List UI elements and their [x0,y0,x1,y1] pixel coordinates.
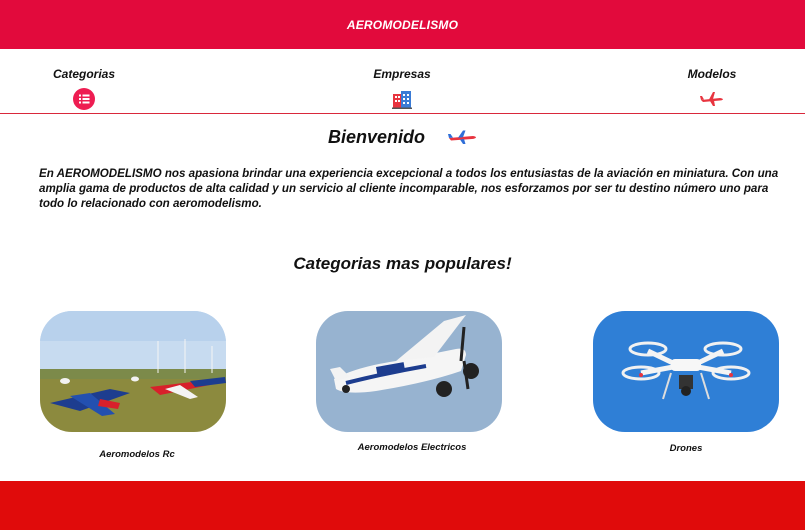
card-image-aeromodelos-rc[interactable] [40,311,226,432]
card-image-drones[interactable] [593,311,779,432]
nav-item-label: Modelos [687,67,737,81]
popular-categories-title: Categorias mas populares! [293,254,512,273]
intro-paragraph: En AEROMODELISMO nos apasiona brindar un… [39,167,779,210]
nav-item-label: Empresas [373,67,431,81]
footer-bar [0,481,805,530]
airplane-icon [448,130,476,144]
card-label: Aeromodelos Rc [99,449,175,460]
site-title: AEROMODELISMO [346,17,459,32]
card-label: Aeromodelos Electricos [357,442,467,453]
welcome-heading-row: Bienvenido [0,124,805,150]
nav-item-label: Categorias [52,67,116,81]
list-icon [72,87,96,111]
card-image-aeromodelos-electricos[interactable] [316,311,502,432]
nav-item-modelos[interactable]: Modelos [652,67,772,111]
top-header-bar: AEROMODELISMO [0,0,805,49]
airplane-icon [700,87,724,111]
welcome-title: Bienvenido [327,126,425,147]
building-icon [390,87,414,111]
card-label: Drones [669,443,703,454]
nav-item-empresas[interactable]: Empresas [342,67,462,111]
nav-item-categorias[interactable]: Categorias [24,67,144,111]
main-nav: Categorias Empresas Modelos [0,49,805,114]
